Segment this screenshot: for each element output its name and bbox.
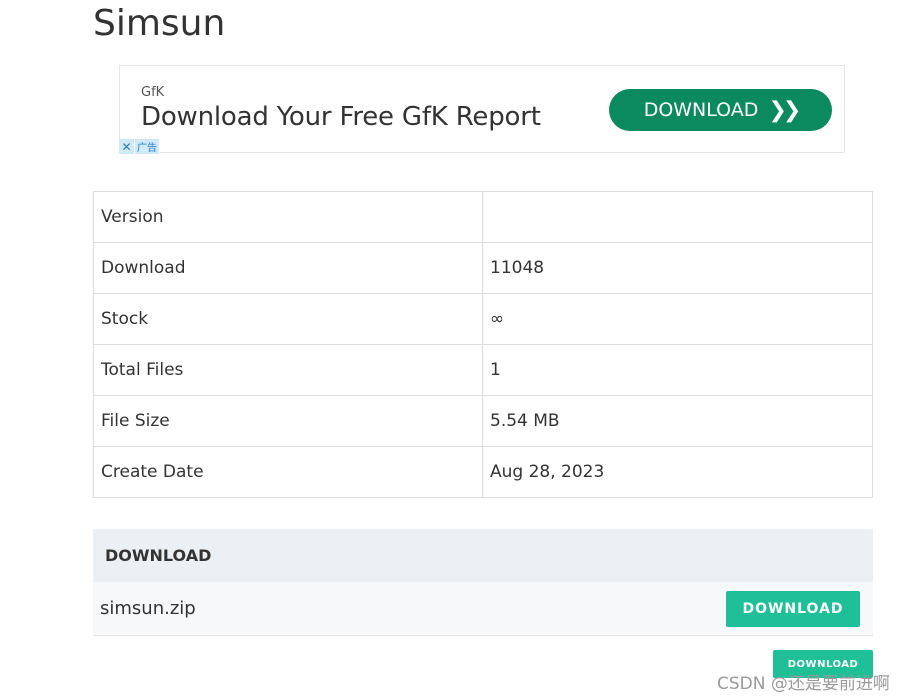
file-info-table: Version Download 11048 Stock ∞ Total Fil… xyxy=(93,191,873,498)
double-chevron-right-icon: ❯❯ xyxy=(768,97,801,123)
file-row: simsun.zip DOWNLOAD xyxy=(93,582,873,636)
close-icon[interactable]: ✕ xyxy=(119,139,135,154)
file-name: simsun.zip xyxy=(100,598,196,619)
info-value: 1 xyxy=(482,344,873,396)
info-value: ∞ xyxy=(482,293,873,345)
file-download-button[interactable]: DOWNLOAD xyxy=(726,590,860,627)
ad-headline[interactable]: Download Your Free GfK Report xyxy=(141,102,541,132)
page: Simsun GfK Download Your Free GfK Report… xyxy=(0,0,924,700)
table-row: Version xyxy=(93,191,873,243)
ad-download-button[interactable]: DOWNLOAD ❯❯ xyxy=(609,89,832,131)
table-row: Stock ∞ xyxy=(93,293,873,345)
info-label: Total Files xyxy=(93,344,483,396)
table-row: Download 11048 xyxy=(93,242,873,294)
info-value: Aug 28, 2023 xyxy=(482,446,873,498)
info-label: Create Date xyxy=(93,446,483,498)
download-section-header: DOWNLOAD xyxy=(93,529,873,582)
info-label: File Size xyxy=(93,395,483,447)
info-label: Version xyxy=(93,191,483,243)
info-value xyxy=(482,191,873,243)
ad-banner[interactable]: GfK Download Your Free GfK Report DOWNLO… xyxy=(119,65,845,154)
table-row: Total Files 1 xyxy=(93,344,873,396)
page-title: Simsun xyxy=(93,3,226,44)
info-value: 11048 xyxy=(482,242,873,294)
ad-badge-label: 广告 xyxy=(137,143,157,154)
info-label: Stock xyxy=(93,293,483,345)
watermark: CSDN @还是要前进啊 xyxy=(717,674,890,694)
table-row: File Size 5.54 MB xyxy=(93,395,873,447)
ad-download-button-label: DOWNLOAD xyxy=(643,99,759,121)
ad-brand: GfK xyxy=(141,85,165,100)
info-value: 5.54 MB xyxy=(482,395,873,447)
ad-badge: ✕ 广告 xyxy=(119,139,159,154)
info-label: Download xyxy=(93,242,483,294)
download-section: DOWNLOAD simsun.zip DOWNLOAD xyxy=(93,529,873,636)
table-row: Create Date Aug 28, 2023 xyxy=(93,446,873,498)
